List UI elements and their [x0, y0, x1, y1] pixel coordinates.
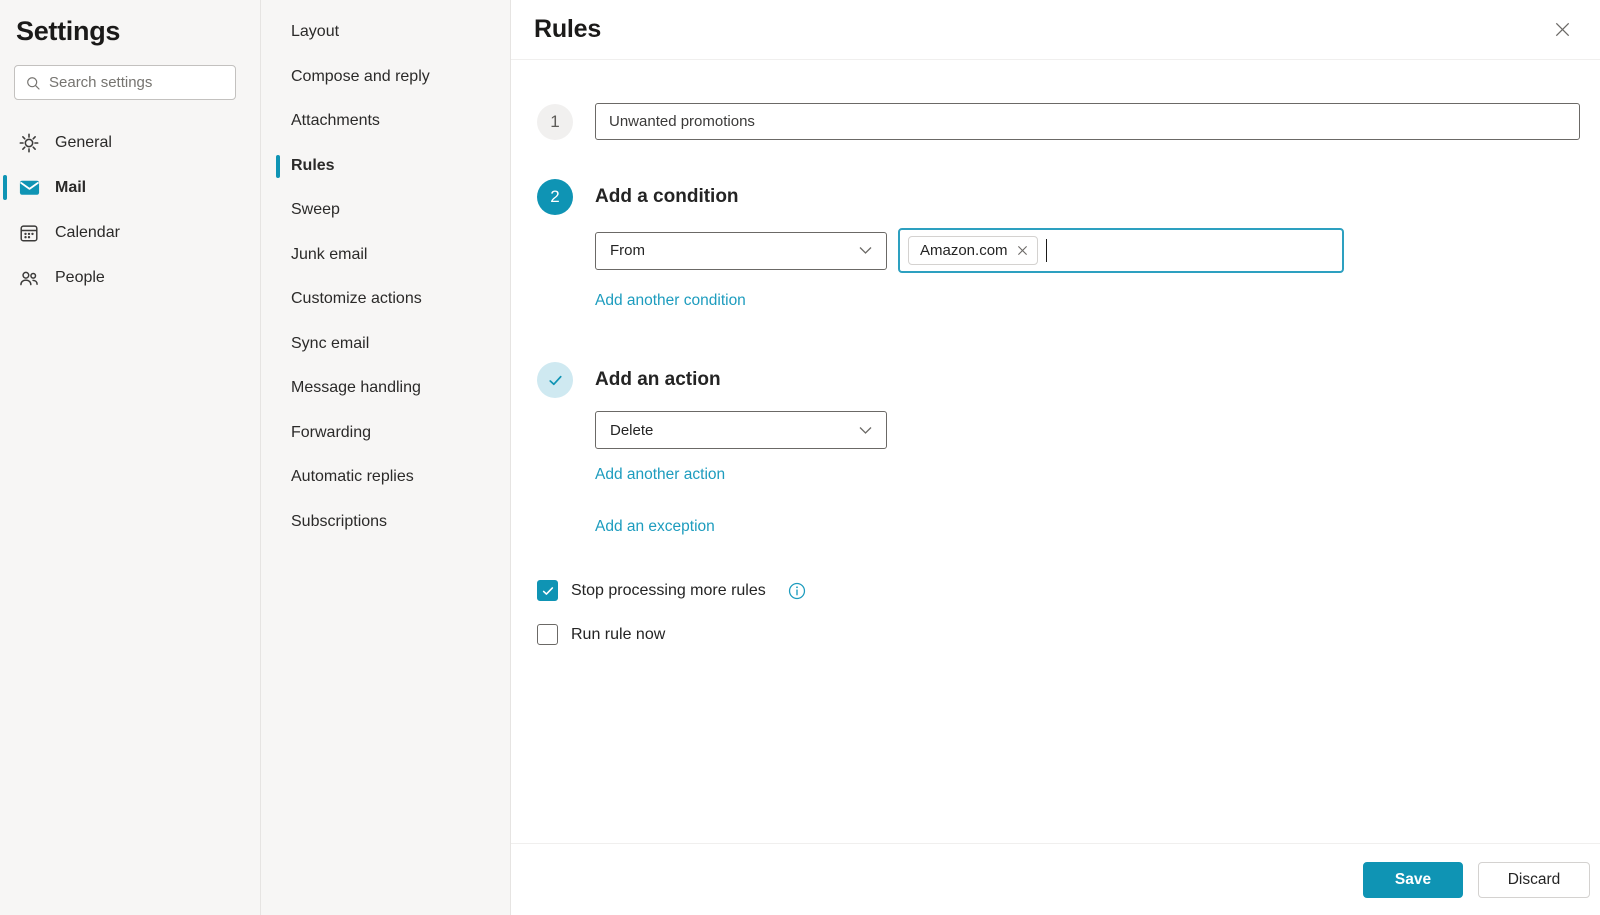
settings-title: Settings: [0, 14, 260, 65]
nav-item-label: Junk email: [291, 246, 367, 264]
sidebar-item-label: Mail: [55, 179, 86, 197]
run-rule-now-checkbox[interactable]: [537, 624, 558, 645]
settings-sections-nav: General Mail Ca: [0, 120, 260, 300]
settings-sidebar: Settings General: [0, 0, 261, 915]
stop-processing-row: Stop processing more rules: [537, 580, 806, 601]
condition-select-value: From: [610, 242, 645, 259]
sidebar-item-calendar[interactable]: Calendar: [0, 210, 260, 255]
nav-item-label: Attachments: [291, 112, 380, 130]
sidebar-item-people[interactable]: People: [0, 255, 260, 300]
step-1-badge: 1: [537, 104, 573, 140]
add-another-action-link[interactable]: Add another action: [595, 466, 725, 484]
active-indicator-bar: [3, 175, 7, 200]
sidebar-item-label: People: [55, 269, 105, 287]
nav-item-automatic-replies[interactable]: Automatic replies: [261, 455, 510, 500]
rule-name-step: 1: [537, 103, 1580, 140]
nav-item-subscriptions[interactable]: Subscriptions: [261, 500, 510, 545]
save-button[interactable]: Save: [1363, 862, 1463, 898]
action-select-value: Delete: [610, 422, 653, 439]
calendar-icon: [17, 221, 41, 245]
settings-window: Settings General: [0, 0, 1600, 915]
search-settings-input[interactable]: [49, 74, 248, 91]
rules-panel: Rules 1 2 Add a condition From: [511, 0, 1600, 915]
mail-settings-nav: Layout Compose and reply Attachments Rul…: [261, 0, 511, 915]
nav-item-compose-and-reply[interactable]: Compose and reply: [261, 55, 510, 100]
nav-item-label: Sweep: [291, 201, 340, 219]
page-title: Rules: [534, 15, 601, 44]
nav-item-layout[interactable]: Layout: [261, 10, 510, 55]
sidebar-item-general[interactable]: General: [0, 120, 260, 165]
nav-item-label: Sync email: [291, 335, 369, 353]
close-icon[interactable]: [1549, 16, 1576, 43]
rule-editor: 1 2 Add a condition From: [511, 60, 1600, 843]
sidebar-item-label: Calendar: [55, 224, 120, 242]
nav-item-label: Forwarding: [291, 424, 371, 442]
nav-item-forwarding[interactable]: Forwarding: [261, 411, 510, 456]
nav-item-label: Automatic replies: [291, 468, 414, 486]
nav-item-sweep[interactable]: Sweep: [261, 188, 510, 233]
checkbox-label: Run rule now: [571, 626, 665, 644]
nav-item-label: Message handling: [291, 379, 421, 397]
active-indicator-bar: [276, 155, 280, 178]
nav-item-label: Layout: [291, 23, 339, 41]
add-an-exception-link[interactable]: Add an exception: [595, 518, 715, 536]
nav-item-label: Compose and reply: [291, 68, 430, 86]
search-icon: [25, 75, 41, 91]
add-another-condition-link[interactable]: Add another condition: [595, 292, 746, 310]
chip-label: Amazon.com: [920, 242, 1008, 259]
search-settings-box[interactable]: [14, 65, 236, 100]
panel-header: Rules: [511, 0, 1600, 60]
nav-item-message-handling[interactable]: Message handling: [261, 366, 510, 411]
step-done-check-icon: [537, 362, 573, 398]
panel-footer: Save Discard: [511, 843, 1600, 915]
sidebar-item-mail[interactable]: Mail: [0, 165, 260, 210]
mail-icon: [17, 176, 41, 200]
nav-item-label: Customize actions: [291, 290, 422, 308]
nav-item-rules[interactable]: Rules: [261, 144, 510, 189]
nav-item-customize-actions[interactable]: Customize actions: [261, 277, 510, 322]
condition-heading: Add a condition: [595, 186, 739, 208]
chevron-down-icon: [859, 246, 872, 255]
nav-item-junk-email[interactable]: Junk email: [261, 233, 510, 278]
chip-remove-icon[interactable]: [1017, 245, 1028, 256]
nav-item-label: Subscriptions: [291, 513, 387, 531]
nav-item-sync-email[interactable]: Sync email: [261, 322, 510, 367]
sidebar-item-label: General: [55, 134, 112, 152]
people-icon: [17, 266, 41, 290]
chevron-down-icon: [859, 426, 872, 435]
condition-value-input[interactable]: Amazon.com: [898, 228, 1344, 273]
stop-processing-checkbox[interactable]: [537, 580, 558, 601]
condition-value-chip: Amazon.com: [908, 236, 1038, 265]
gear-icon: [17, 131, 41, 155]
checkbox-label: Stop processing more rules: [571, 582, 766, 600]
action-step-header: Add an action: [537, 362, 1580, 398]
condition-select[interactable]: From: [595, 232, 887, 270]
action-select[interactable]: Delete: [595, 411, 887, 449]
nav-item-label: Rules: [291, 157, 335, 175]
step-2-badge: 2: [537, 179, 573, 215]
text-caret: [1046, 239, 1048, 262]
discard-button[interactable]: Discard: [1478, 862, 1590, 898]
nav-item-attachments[interactable]: Attachments: [261, 99, 510, 144]
run-rule-now-row: Run rule now: [537, 624, 665, 645]
condition-step-header: 2 Add a condition: [537, 179, 1580, 215]
rule-name-input[interactable]: [595, 103, 1580, 140]
action-body: Delete Add another action Add an excepti…: [595, 411, 1580, 536]
info-icon[interactable]: [788, 582, 806, 600]
condition-body: From Amazon.com: [595, 228, 1580, 310]
action-heading: Add an action: [595, 369, 721, 391]
